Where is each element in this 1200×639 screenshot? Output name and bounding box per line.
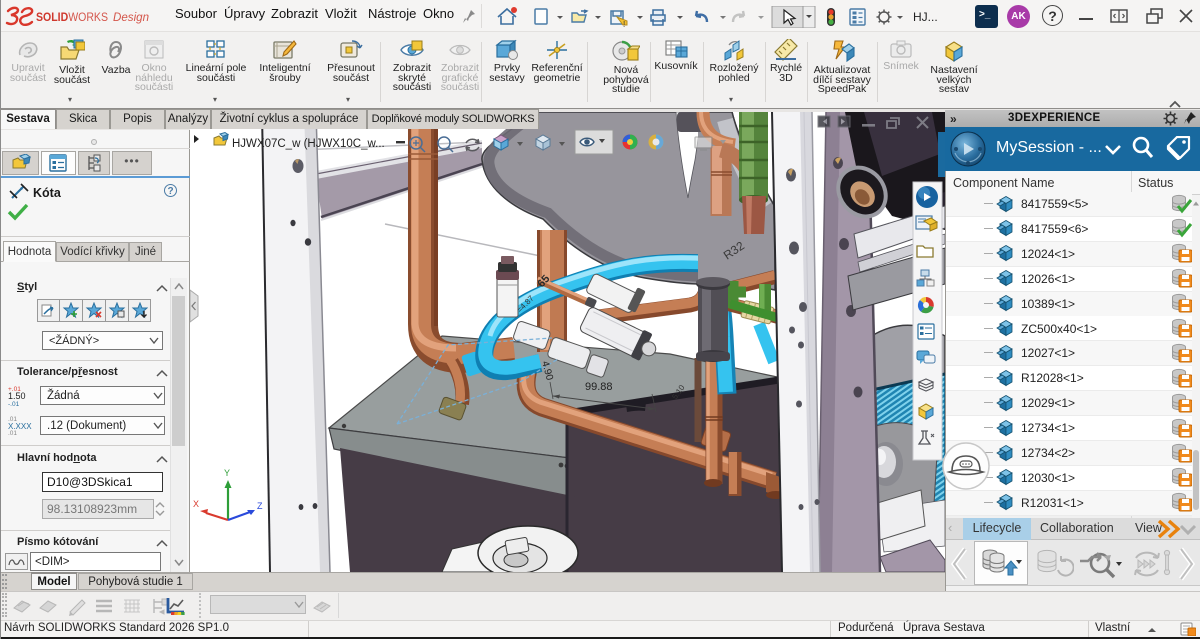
svg-text:99.88: 99.88 bbox=[585, 381, 613, 393]
svg-text:HJWX07C_w (HJWX10C_w...: HJWX07C_w (HJWX10C_w... bbox=[232, 138, 385, 150]
svg-text:SOLIDWORKS: SOLIDWORKS bbox=[36, 10, 108, 24]
svg-text:!: ! bbox=[623, 20, 625, 28]
svg-text:Z: Z bbox=[257, 501, 263, 511]
svg-text:Design: Design bbox=[113, 10, 149, 24]
svg-text:HJ...: HJ... bbox=[913, 10, 938, 24]
svg-text:X: X bbox=[193, 499, 199, 509]
svg-text:Y: Y bbox=[224, 468, 230, 478]
